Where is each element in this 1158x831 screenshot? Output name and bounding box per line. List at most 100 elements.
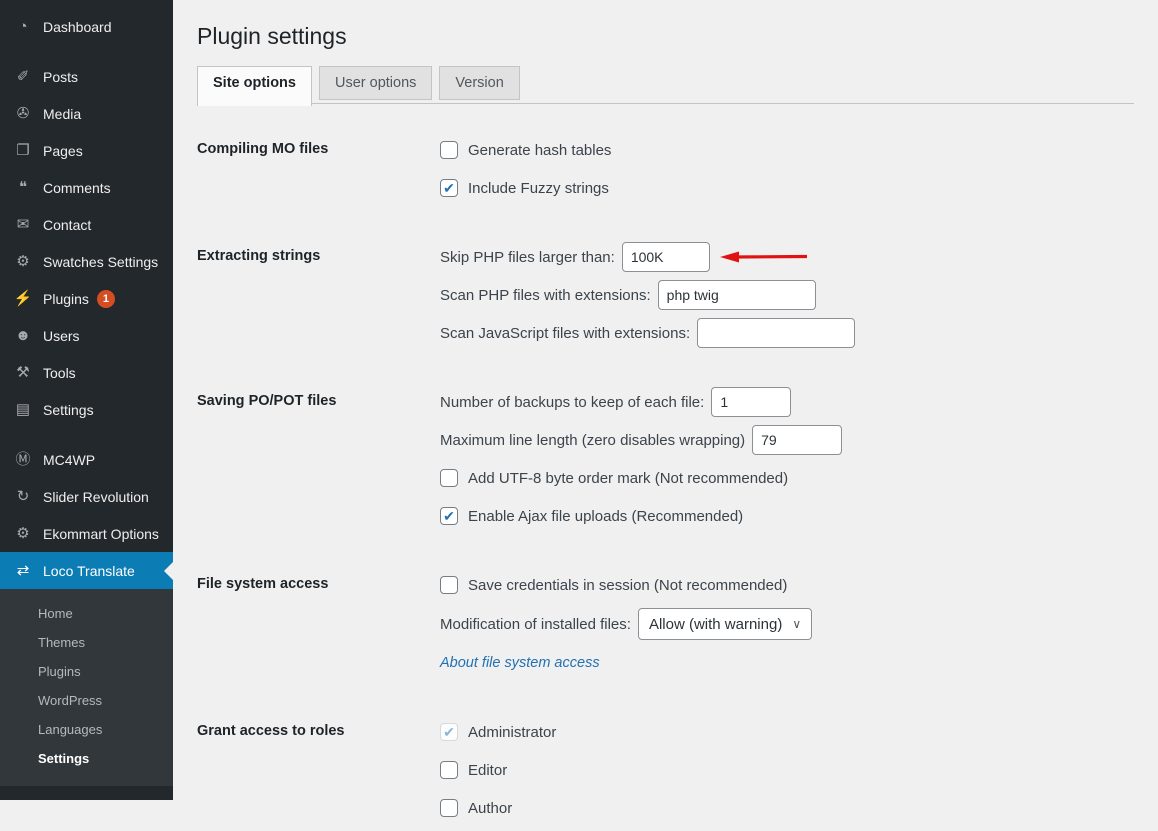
sidebar-item-tools[interactable]: ⚒ Tools: [0, 354, 173, 391]
checkbox-label: Save credentials in session (Not recomme…: [468, 577, 787, 594]
main-content: Plugin settings Site optionsUser options…: [173, 0, 1158, 831]
input-scan-php-files-with-extensions[interactable]: [658, 280, 816, 310]
comment-icon: ❝: [12, 180, 34, 195]
rotate-arrows-icon: ↻: [12, 489, 34, 504]
red-arrow-annotation: [718, 249, 810, 265]
pushpin-icon: ✐: [12, 69, 34, 84]
sidebar-item-plugins[interactable]: ⚡Plugins1: [0, 280, 173, 317]
input-scan-javascript-files-with-extensions[interactable]: [697, 318, 855, 348]
checkbox-include-fuzzy-strings[interactable]: ✔: [440, 179, 458, 197]
form-row: Number of backups to keep of each file:: [440, 387, 1134, 417]
settings-section-file-system-access: File system access Save credentials in se…: [197, 570, 1134, 686]
sidebar-item-label: Comments: [43, 180, 111, 196]
sidebar-item-mc4wp[interactable]: ⓂMC4WP: [0, 441, 173, 478]
section-label: Compiling MO files: [197, 135, 440, 211]
input-maximum-line-length-zero-disables-wrapping[interactable]: [752, 425, 842, 455]
checkbox-generate-hash-tables[interactable]: [440, 141, 458, 159]
sidebar-item-label: Ekommart Options: [43, 526, 159, 542]
sidebar-item-contact[interactable]: ✉Contact: [0, 206, 173, 243]
checkbox-administrator: ✔: [440, 723, 458, 741]
checkbox-author[interactable]: [440, 799, 458, 817]
sidebar-item-label: Plugins: [43, 291, 89, 307]
section-label: Saving PO/POT files: [197, 387, 440, 539]
sidebar-item-label: Loco Translate: [43, 563, 135, 579]
form-row: ✔ Include Fuzzy strings: [440, 173, 1134, 203]
current-menu-arrow: [164, 562, 173, 580]
field-label: Number of backups to keep of each file:: [440, 394, 704, 411]
sidebar-item-swatches-settings[interactable]: ⚙Swatches Settings: [0, 243, 173, 280]
sidebar-item-label: Tools: [43, 365, 76, 381]
settings-icon: ▤: [12, 402, 34, 417]
page-title: Plugin settings: [197, 21, 1134, 51]
admin-sidebar: ◔ Dashboard ✐ Posts ✇ Media ❐ Pages ❝ Comments ✉Co…: [0, 0, 173, 800]
about-file-system-access-link[interactable]: About file system access: [440, 655, 600, 671]
form-row: Save credentials in session (Not recomme…: [440, 570, 1134, 600]
field-label: Scan PHP files with extensions:: [440, 287, 651, 304]
form-row: About file system access: [440, 648, 1134, 678]
wrench-icon: ⚒: [12, 365, 34, 380]
checkbox-save-credentials-in-session-not-recommended[interactable]: [440, 576, 458, 594]
form-row: ✔ Administrator: [440, 717, 1134, 747]
settings-form: Compiling MO files Generate hash tables ✔ I…: [197, 135, 1134, 831]
dashboard-icon: ◔: [12, 19, 34, 34]
sidebar-item-label: Settings: [43, 402, 94, 418]
settings-section-compiling-mo-files: Compiling MO files Generate hash tables ✔ I…: [197, 135, 1134, 211]
tab-version[interactable]: Version: [439, 66, 519, 100]
section-label: Extracting strings: [197, 242, 440, 356]
media-icon: ✇: [12, 106, 34, 121]
sidebar-item-label: Media: [43, 106, 81, 122]
checkbox-label: Administrator: [468, 724, 556, 741]
sidebar-item-pages[interactable]: ❐ Pages: [0, 132, 173, 169]
sidebar-item-label: Pages: [43, 143, 83, 159]
submenu-item-wordpress[interactable]: WordPress: [0, 686, 173, 715]
checkbox-editor[interactable]: [440, 761, 458, 779]
checkbox-label: Editor: [468, 762, 507, 779]
sidebar-item-label: Posts: [43, 69, 78, 85]
field-label: Modification of installed files:: [440, 616, 631, 633]
sidebar-item-comments[interactable]: ❝ Comments: [0, 169, 173, 206]
checkbox-label: Generate hash tables: [468, 142, 611, 159]
form-row: Author: [440, 793, 1134, 823]
form-row: Generate hash tables: [440, 135, 1134, 165]
sidebar-item-label: Dashboard: [43, 19, 112, 35]
checkbox-enable-ajax-file-uploads-recommended[interactable]: ✔: [440, 507, 458, 525]
form-row: Add UTF-8 byte order mark (Not recommend…: [440, 463, 1134, 493]
submenu-item-settings[interactable]: Settings: [0, 744, 173, 773]
submenu-item-plugins[interactable]: Plugins: [0, 657, 173, 686]
form-row: Maximum line length (zero disables wrapp…: [440, 425, 1134, 455]
sidebar-menu: ◔ Dashboard ✐ Posts ✇ Media ❐ Pages ❝ Comments ✉Co…: [0, 0, 173, 589]
submenu-item-home[interactable]: Home: [0, 599, 173, 628]
form-row: Scan JavaScript files with extensions:: [440, 318, 1134, 348]
tab-user-options[interactable]: User options: [319, 66, 432, 100]
input-number-of-backups-to-keep-of-each-file[interactable]: [711, 387, 791, 417]
sidebar-item-posts[interactable]: ✐ Posts: [0, 58, 173, 95]
sidebar-item-dashboard[interactable]: ◔ Dashboard: [0, 8, 173, 45]
mc4wp-icon: Ⓜ: [12, 452, 34, 467]
tab-site-options[interactable]: Site options: [197, 66, 312, 106]
select-modification-of-installed-files[interactable]: Allow (with warning)∨: [638, 608, 812, 640]
input-skip-php-files-larger-than[interactable]: [622, 242, 710, 272]
submenu-item-themes[interactable]: Themes: [0, 628, 173, 657]
submenu-item-languages[interactable]: Languages: [0, 715, 173, 744]
pages-icon: ❐: [12, 143, 34, 158]
sidebar-item-label: Contact: [43, 217, 91, 233]
user-icon: ☻: [12, 328, 34, 343]
sidebar-item-users[interactable]: ☻Users: [0, 317, 173, 354]
checkbox-add-utf-8-byte-order-mark-not-recommended[interactable]: [440, 469, 458, 487]
sidebar-item-label: Swatches Settings: [43, 254, 158, 270]
sidebar-item-loco-translate[interactable]: ⇄Loco Translate: [0, 552, 173, 589]
section-label: File system access: [197, 570, 440, 686]
select-value: Allow (with warning): [649, 616, 782, 633]
form-row: ✔Enable Ajax file uploads (Recommended): [440, 501, 1134, 531]
sidebar-item-label: Slider Revolution: [43, 489, 149, 505]
gear-icon: ⚙: [12, 526, 34, 541]
checkbox-label: Include Fuzzy strings: [468, 180, 609, 197]
sidebar-item-ekommart-options[interactable]: ⚙ Ekommart Options: [0, 515, 173, 552]
sidebar-item-slider-revolution[interactable]: ↻ Slider Revolution: [0, 478, 173, 515]
field-label: Scan JavaScript files with extensions:: [440, 325, 690, 342]
sidebar-item-settings[interactable]: ▤ Settings: [0, 391, 173, 428]
loco-translate-submenu: HomeThemesPluginsWordPressLanguagesSetti…: [0, 589, 173, 786]
sidebar-item-media[interactable]: ✇ Media: [0, 95, 173, 132]
form-row: Modification of installed files: Allow (w…: [440, 608, 1134, 640]
field-label: Skip PHP files larger than:: [440, 249, 615, 266]
